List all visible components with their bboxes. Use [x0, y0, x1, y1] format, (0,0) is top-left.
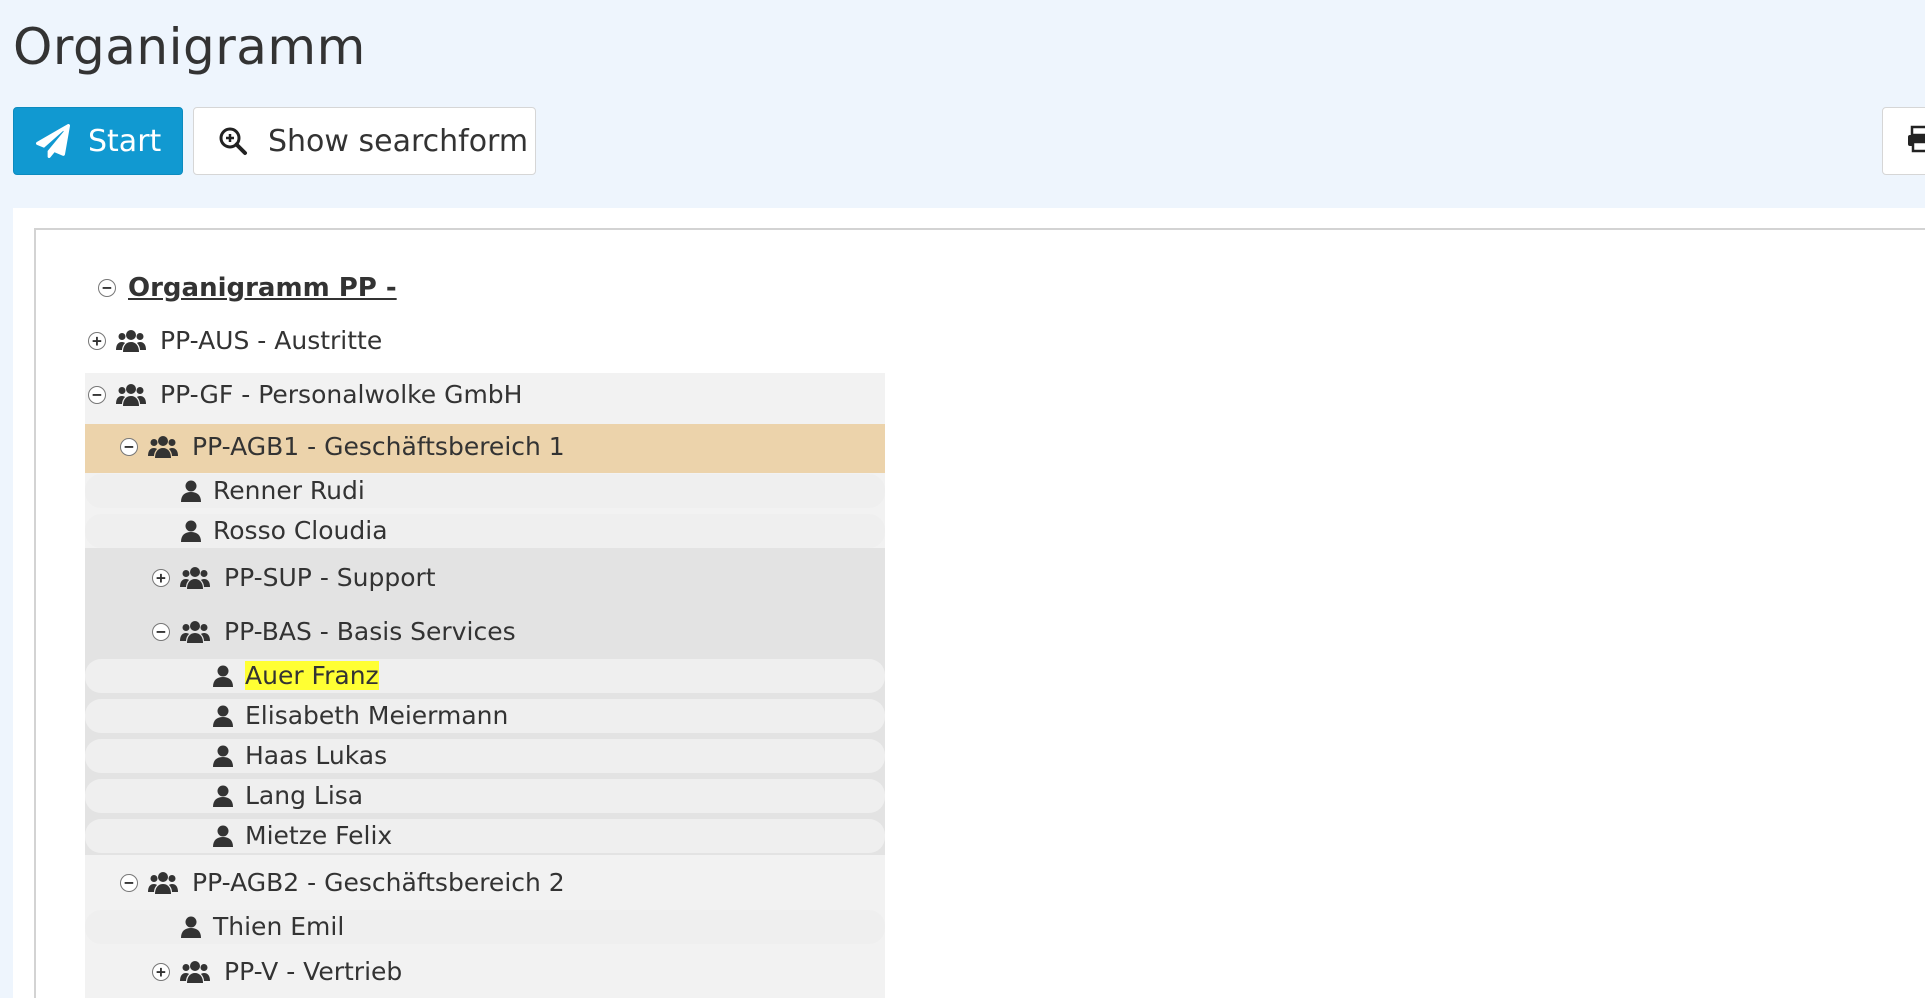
expand-toggle-icon[interactable]: + — [152, 568, 170, 587]
user-icon — [213, 665, 233, 687]
person-label: Elisabeth Meiermann — [245, 701, 509, 730]
person-lang-lisa[interactable]: Lang Lisa — [213, 781, 363, 810]
collapse-toggle-icon[interactable]: − — [152, 622, 170, 641]
tree-root: − Organigramm PP - — [98, 273, 397, 303]
zoom-in-icon — [218, 126, 248, 156]
tree-node-vertrieb[interactable]: + PP-V - Vertrieb — [152, 957, 402, 986]
person-row-background — [85, 739, 885, 773]
person-row-background — [85, 819, 885, 853]
user-icon — [181, 520, 201, 542]
person-label: Thien Emil — [213, 912, 345, 941]
collapse-toggle-icon[interactable]: − — [98, 279, 116, 297]
tree-node-label: PP-GF - Personalwolke GmbH — [160, 380, 523, 409]
person-thien-emil[interactable]: Thien Emil — [181, 912, 344, 941]
expand-toggle-icon[interactable]: + — [152, 962, 170, 981]
person-row-background — [85, 779, 885, 813]
person-label-highlighted: Auer Franz — [245, 661, 379, 690]
person-mietze-felix[interactable]: Mietze Felix — [213, 821, 392, 850]
expand-toggle-icon[interactable]: + — [88, 331, 106, 350]
users-group-icon — [180, 960, 210, 984]
collapse-toggle-icon[interactable]: − — [88, 385, 106, 404]
tree-node-label: PP-AGB2 - Geschäftsbereich 2 — [192, 868, 565, 897]
person-auer-franz[interactable]: Auer Franz — [213, 661, 379, 690]
person-elisabeth-meiermann[interactable]: Elisabeth Meiermann — [213, 701, 508, 730]
paper-plane-icon — [36, 124, 70, 158]
tree-node-agb2[interactable]: − PP-AGB2 - Geschäftsbereich 2 — [120, 868, 565, 897]
show-searchform-button[interactable]: Show searchform — [193, 107, 536, 175]
tree-node-agb1[interactable]: − PP-AGB1 - Geschäftsbereich 1 — [120, 432, 565, 461]
tree-node-label: PP-SUP - Support — [224, 563, 436, 592]
person-rosso-cloudia[interactable]: Rosso Cloudia — [181, 516, 388, 545]
person-label: Mietze Felix — [245, 821, 393, 850]
person-label: Haas Lukas — [245, 741, 388, 770]
tree-node-label: PP-V - Vertrieb — [224, 957, 403, 986]
start-button[interactable]: Start — [13, 107, 183, 175]
person-label: Renner Rudi — [213, 476, 365, 505]
start-button-label: Start — [88, 123, 162, 159]
tree-node-label: PP-BAS - Basis Services — [224, 617, 516, 646]
users-group-icon — [116, 383, 146, 407]
tree-node-label: PP-AUS - Austritte — [160, 326, 383, 355]
users-group-icon — [148, 435, 178, 459]
users-group-icon — [180, 566, 210, 590]
person-row-background — [85, 659, 885, 693]
tree-node-label: PP-AGB1 - Geschäftsbereich 1 — [192, 432, 565, 461]
person-label: Rosso Cloudia — [213, 516, 388, 545]
print-button[interactable] — [1882, 107, 1925, 175]
page-title: Organigramm — [13, 18, 366, 76]
tree-node-aus[interactable]: + PP-AUS - Austritte — [88, 326, 382, 355]
user-icon — [213, 705, 233, 727]
person-haas-lukas[interactable]: Haas Lukas — [213, 741, 387, 770]
tree-node-bas[interactable]: − PP-BAS - Basis Services — [152, 617, 516, 646]
collapse-toggle-icon[interactable]: − — [120, 873, 138, 892]
user-icon — [181, 916, 201, 938]
users-group-icon — [148, 871, 178, 895]
users-group-icon — [116, 329, 146, 353]
user-icon — [213, 785, 233, 807]
print-icon — [1905, 124, 1925, 158]
person-renner-rudi[interactable]: Renner Rudi — [181, 476, 365, 505]
tree-node-gf[interactable]: − PP-GF - Personalwolke GmbH — [88, 380, 522, 409]
collapse-toggle-icon[interactable]: − — [120, 437, 138, 456]
user-icon — [181, 480, 201, 502]
tree-root-label[interactable]: Organigramm PP - — [128, 273, 397, 303]
users-group-icon — [180, 620, 210, 644]
person-label: Lang Lisa — [245, 781, 364, 810]
user-icon — [213, 825, 233, 847]
tree-node-sup[interactable]: + PP-SUP - Support — [152, 563, 436, 592]
user-icon — [213, 745, 233, 767]
show-searchform-label: Show searchform — [268, 123, 529, 159]
